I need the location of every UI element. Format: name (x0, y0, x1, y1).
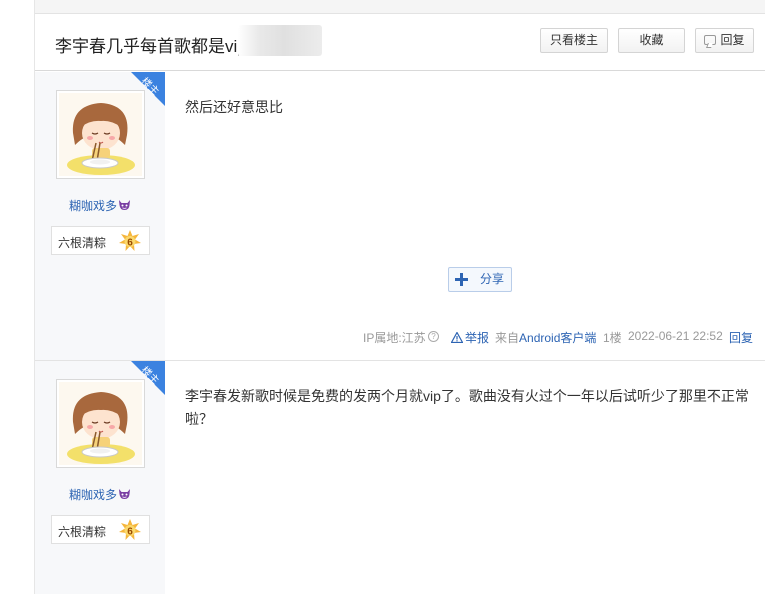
post-time: 2022-06-21 22:52 (628, 329, 723, 343)
level-number: 6 (127, 238, 133, 249)
share-button[interactable]: 分享 (448, 267, 512, 292)
avatar-image (59, 93, 142, 176)
avatar[interactable] (56, 90, 145, 179)
only-op-button[interactable]: 只看楼主 (540, 28, 608, 53)
post-meta: IP属地:江苏 ? 举报 来自Android客户端 1楼 2022-06-21 … (363, 329, 763, 347)
author-name[interactable]: 糊咖戏多 (35, 197, 165, 214)
avatar[interactable] (56, 379, 145, 468)
favorite-button[interactable]: 收藏 (618, 28, 685, 53)
client-prefix: 来自 (495, 331, 520, 345)
client-source: 来自Android客户端 (495, 329, 596, 346)
post-content: 然后还好意思比 (185, 99, 283, 115)
post-content: 李宇春发新歌时候是免费的发两个月就vip了。歌曲没有火过个一年以后试听少了那里不… (185, 388, 749, 427)
author-column: 楼主 糊咖戏多 六根清粽 6 (35, 361, 165, 594)
thread-title: 李宇春几乎每首歌都是vip (55, 37, 247, 56)
author-column: 楼主 糊咖戏多 六根清粽 6 (35, 72, 165, 360)
thread-container: 李宇春几乎每首歌都是vip 只看楼主 收藏 回复 楼主 糊咖戏多 六根清粽 6 … (34, 0, 765, 594)
top-strip (35, 0, 765, 14)
thread-title-bar: 李宇春几乎每首歌都是vip 只看楼主 收藏 回复 (35, 14, 765, 71)
share-label: 分享 (480, 272, 505, 286)
level-number: 6 (127, 527, 133, 538)
reply-button[interactable]: 回复 (695, 28, 754, 53)
ip-location: IP属地:江苏 (363, 331, 426, 345)
author-name-text: 糊咖戏多 (68, 488, 117, 502)
share-plus-icon (455, 273, 468, 286)
client-link[interactable]: Android客户端 (519, 331, 596, 345)
floor-reply-link[interactable]: 回复 (729, 329, 753, 346)
level-title: 六根清粽 (58, 236, 107, 250)
post: 楼主 (35, 72, 765, 361)
warning-icon (451, 332, 463, 343)
level-title: 六根清粽 (58, 525, 107, 539)
author-name[interactable]: 糊咖戏多 (35, 486, 165, 503)
avatar-image (59, 382, 142, 465)
page: 李宇春几乎每首歌都是vip 只看楼主 收藏 回复 楼主 糊咖戏多 六根清粽 6 … (0, 0, 765, 594)
left-gutter (0, 0, 34, 594)
floor-number: 1楼 (603, 331, 622, 345)
devil-emoji-icon (119, 200, 130, 210)
comment-icon (704, 35, 717, 45)
level-star-icon: 6 (119, 519, 141, 540)
level-star-icon: 6 (119, 230, 141, 251)
question-icon[interactable]: ? (428, 331, 439, 342)
reply-button-label: 回复 (720, 33, 745, 47)
report-link[interactable]: 举报 (451, 329, 489, 346)
report-label: 举报 (465, 331, 490, 345)
level-badge[interactable]: 六根清粽 6 (51, 226, 150, 255)
blurred-title-region (238, 25, 322, 56)
author-name-text: 糊咖戏多 (68, 199, 117, 213)
devil-emoji-icon (119, 489, 130, 499)
level-badge[interactable]: 六根清粽 6 (51, 515, 150, 544)
post: 楼主 (35, 361, 765, 594)
